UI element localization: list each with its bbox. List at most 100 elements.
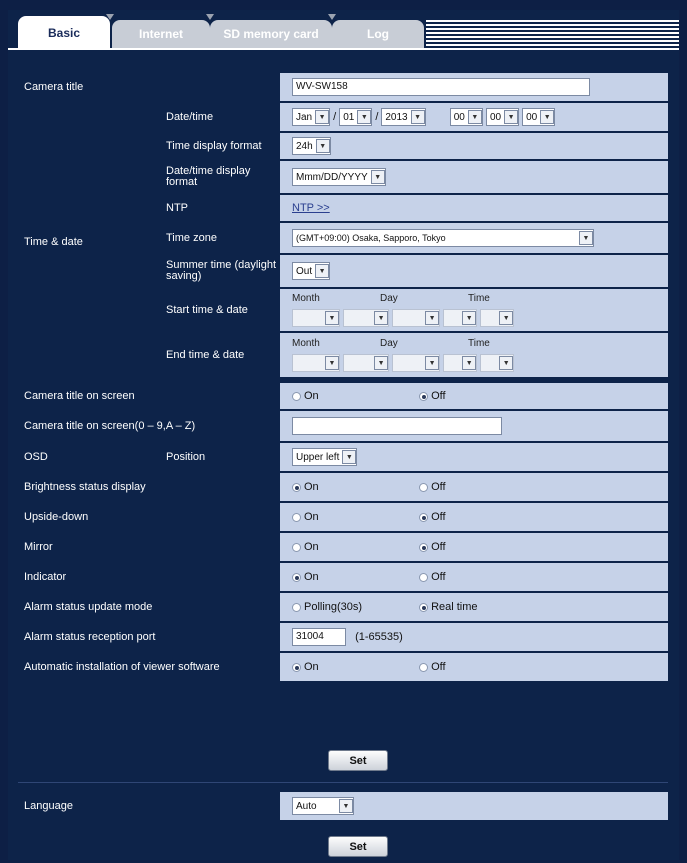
tab-sd-memory-card[interactable]: SD memory card: [210, 20, 332, 48]
upside-down-label: Upside-down: [18, 503, 280, 531]
time-date-label: Time & date: [18, 103, 154, 381]
end-time-label: End time & date: [154, 333, 280, 377]
time-display-format-select[interactable]: 24h ▼: [292, 137, 331, 155]
alarm-port-range: (1-65535): [355, 630, 403, 643]
indicator-on-radio[interactable]: [292, 572, 301, 582]
start-hour-select[interactable]: ▼: [443, 309, 478, 327]
chevron-down-icon: ▼: [315, 110, 330, 124]
tab-marker-icon: [206, 14, 214, 20]
start-day-select[interactable]: ▼: [392, 309, 441, 327]
end-month-select[interactable]: ▼: [292, 354, 340, 372]
chevron-down-icon: ▼: [467, 110, 482, 124]
osd-label: OSD: [18, 443, 154, 471]
chevron-down-icon: ▼: [499, 311, 514, 325]
indicator-off-radio[interactable]: [419, 572, 429, 582]
upside-down-off-radio[interactable]: [419, 512, 429, 522]
tab-stripes: [426, 20, 679, 48]
mirror-on-radio[interactable]: [292, 542, 301, 552]
chevron-down-icon: ▼: [462, 356, 477, 370]
summer-time-select[interactable]: Out ▼: [292, 262, 331, 280]
end-minute-select[interactable]: ▼: [480, 354, 515, 372]
section-divider: [18, 782, 668, 783]
auto-install-off-radio[interactable]: [419, 662, 429, 672]
start-time-caption: Time: [468, 293, 490, 304]
end-month-caption: Month: [292, 338, 320, 349]
row-language: Language Auto ▼: [18, 792, 668, 820]
row-datetime: Time & date Date/time Jan ▼/01 ▼/2013 ▼ 00 ▼…: [18, 103, 668, 381]
chevron-down-icon: ▼: [425, 356, 440, 370]
minute-select[interactable]: 00 ▼: [485, 108, 520, 126]
upside-down-on-radio[interactable]: [292, 512, 301, 522]
tab-log[interactable]: Log: [332, 20, 424, 48]
chevron-down-icon: ▼: [425, 311, 440, 325]
chevron-down-icon: ▼: [540, 110, 555, 124]
mirror-off-radio[interactable]: [419, 542, 429, 552]
hour-select[interactable]: 00 ▼: [449, 108, 483, 126]
tab-basic[interactable]: Basic: [18, 16, 110, 50]
start-minute-select[interactable]: ▼: [480, 309, 515, 327]
end-day-caption: Day: [380, 338, 398, 349]
alarm-port-input[interactable]: 31004: [292, 628, 346, 646]
time-display-format-label: Time display format: [154, 133, 280, 159]
indicator-label: Indicator: [18, 563, 280, 591]
auto-install-on-radio[interactable]: [292, 662, 301, 672]
chevron-down-icon: ▼: [357, 110, 372, 124]
brightness-off-radio[interactable]: [419, 482, 429, 492]
polling-radio[interactable]: [292, 602, 301, 612]
chevron-down-icon: ▼: [370, 170, 385, 184]
ntp-link[interactable]: NTP >>: [292, 202, 330, 214]
tab-bar: Basic Internet SD memory card Log: [8, 10, 679, 50]
chevron-down-icon: ▼: [374, 356, 389, 370]
chevron-down-icon: ▼: [462, 311, 477, 325]
start-month-select[interactable]: ▼: [292, 309, 340, 327]
second-select[interactable]: 00 ▼: [522, 108, 556, 126]
chevron-down-icon: ▼: [499, 356, 514, 370]
language-label: Language: [18, 792, 280, 820]
camera-title-on-screen-label: Camera title on screen: [18, 383, 280, 409]
camera-title-on-screen-on-radio[interactable]: [292, 391, 301, 401]
mirror-label: Mirror: [18, 533, 280, 561]
chevron-down-icon: ▼: [325, 356, 339, 370]
end-week-select[interactable]: ▼: [343, 354, 390, 372]
datetime-display-format-label: Date/time display format: [154, 161, 280, 193]
chevron-down-icon: ▼: [410, 110, 425, 124]
start-month-caption: Month: [292, 293, 320, 304]
chevron-down-icon: ▼: [325, 311, 339, 325]
chevron-down-icon: ▼: [504, 110, 519, 124]
language-select[interactable]: Auto ▼: [292, 797, 354, 815]
day-select[interactable]: 01 ▼: [339, 108, 373, 126]
row-camera-title: Camera title WV-SW158: [18, 73, 668, 101]
end-time-caption: Time: [468, 338, 490, 349]
datetime-label: Date/time: [154, 103, 280, 131]
time-zone-label: Time zone: [154, 223, 280, 253]
brightness-status-label: Brightness status display: [18, 473, 280, 501]
summer-time-label: Summer time (daylight saving): [154, 255, 280, 287]
real-time-radio[interactable]: [419, 602, 429, 612]
set-button[interactable]: Set: [328, 750, 388, 771]
alarm-port-label: Alarm status reception port: [18, 623, 280, 651]
set-language-button[interactable]: Set: [328, 836, 388, 857]
chevron-down-icon: ▼: [339, 799, 353, 813]
camera-title-label: Camera title: [18, 73, 280, 101]
month-select[interactable]: Jan ▼: [292, 108, 331, 126]
year-select[interactable]: 2013 ▼: [381, 108, 426, 126]
camera-title-input[interactable]: WV-SW158: [292, 78, 590, 96]
start-time-label: Start time & date: [154, 289, 280, 331]
brightness-on-radio[interactable]: [292, 482, 301, 492]
chevron-down-icon: ▼: [374, 311, 389, 325]
tab-internet[interactable]: Internet: [112, 20, 210, 48]
end-hour-select[interactable]: ▼: [443, 354, 478, 372]
time-zone-select[interactable]: (GMT+09:00) Osaka, Sapporo, Tokyo ▼: [292, 229, 594, 247]
end-day-select[interactable]: ▼: [392, 354, 441, 372]
datetime-display-format-select[interactable]: Mmm/DD/YYYY ▼: [292, 168, 386, 186]
osd-position-select[interactable]: Upper left ▼: [292, 448, 358, 466]
chevron-down-icon: ▼: [315, 139, 330, 153]
camera-title-text-input[interactable]: [292, 417, 502, 435]
start-week-select[interactable]: ▼: [343, 309, 390, 327]
osd-position-label: Position: [154, 443, 280, 471]
camera-title-on-screen-off-radio[interactable]: [419, 391, 429, 401]
tab-marker-icon: [328, 14, 336, 20]
chevron-down-icon: ▼: [342, 450, 357, 464]
camera-title-text-label: Camera title on screen(0 – 9,A – Z): [18, 411, 280, 441]
chevron-down-icon: ▼: [579, 231, 593, 245]
